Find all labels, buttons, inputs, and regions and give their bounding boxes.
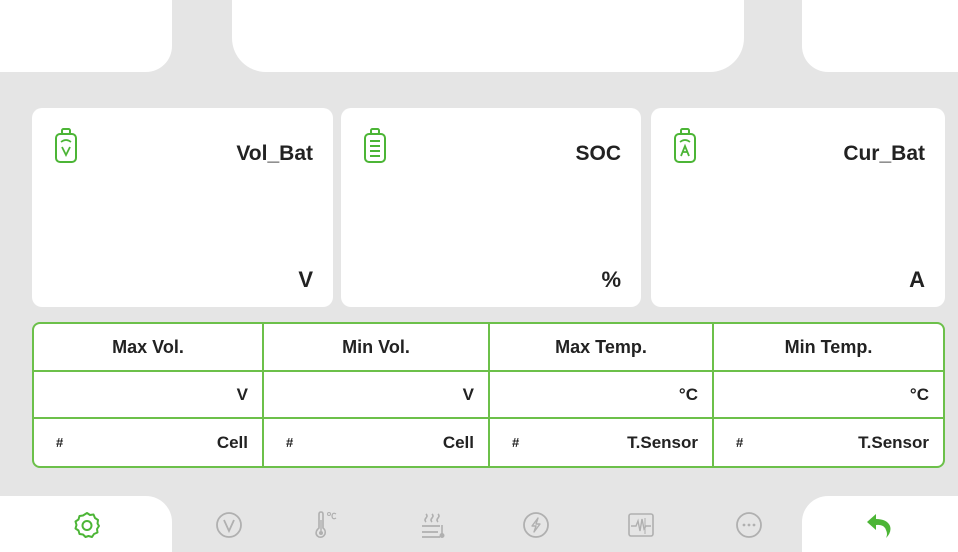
min-temp-value: °C <box>714 372 943 419</box>
max-temp-sensor-index: # T.Sensor <box>490 419 714 466</box>
battery-current-icon <box>674 128 696 163</box>
max-vol-value: V <box>34 372 264 419</box>
header-min-temp: Min Temp. <box>714 324 943 372</box>
current-card: Cur_Bat A <box>651 108 945 307</box>
top-tab-left <box>0 0 172 72</box>
top-tab-center <box>232 0 744 72</box>
min-temp-sensor-index: # T.Sensor <box>714 419 943 466</box>
more-icon <box>736 512 762 538</box>
battery-level-icon <box>364 128 386 163</box>
index-label: Cell <box>216 432 248 452</box>
min-vol-value: V <box>264 372 490 419</box>
card-title: Cur_Bat <box>843 142 925 165</box>
index-label: T.Sensor <box>858 432 929 452</box>
charge-icon <box>523 512 549 538</box>
cell-stats-table: Max Vol. Min Vol. Max Temp. Min Temp. V … <box>32 322 945 468</box>
min-vol-cell-index: # Cell <box>264 419 490 466</box>
card-unit: V <box>298 267 313 292</box>
card-unit: A <box>909 267 925 292</box>
voltage-icon <box>216 512 242 538</box>
back-icon <box>867 514 891 538</box>
card-title: Vol_Bat <box>236 142 313 165</box>
header-max-vol: Max Vol. <box>34 324 264 372</box>
header-max-temp: Max Temp. <box>490 324 714 372</box>
top-tab-right <box>802 0 958 72</box>
heating-icon <box>422 513 445 538</box>
max-temp-value: °C <box>490 372 714 419</box>
max-vol-cell-index: # Cell <box>34 419 264 466</box>
index-hash: # <box>512 435 520 450</box>
settings-icon <box>74 512 100 538</box>
card-title: SOC <box>575 142 621 165</box>
voltage-nav-button[interactable] <box>214 510 244 540</box>
settings-button[interactable] <box>72 510 102 540</box>
battery-voltage-icon <box>55 128 77 163</box>
back-button[interactable] <box>864 510 894 540</box>
header-min-vol: Min Vol. <box>264 324 490 372</box>
waveform-icon <box>628 513 654 537</box>
index-hash: # <box>56 435 64 450</box>
waveform-nav-button[interactable] <box>626 510 656 540</box>
temperature-nav-button[interactable] <box>311 510 341 540</box>
index-hash: # <box>736 435 744 450</box>
index-label: Cell <box>442 432 474 452</box>
voltage-card: Vol_Bat V <box>32 108 333 307</box>
temperature-icon <box>315 511 337 538</box>
index-hash: # <box>286 435 294 450</box>
card-unit: % <box>601 267 621 292</box>
index-label: T.Sensor <box>627 432 698 452</box>
heating-nav-button[interactable] <box>418 510 448 540</box>
charge-nav-button[interactable] <box>521 510 551 540</box>
bottom-nav <box>0 496 958 552</box>
more-nav-button[interactable] <box>734 510 764 540</box>
soc-card: SOC % <box>341 108 641 307</box>
